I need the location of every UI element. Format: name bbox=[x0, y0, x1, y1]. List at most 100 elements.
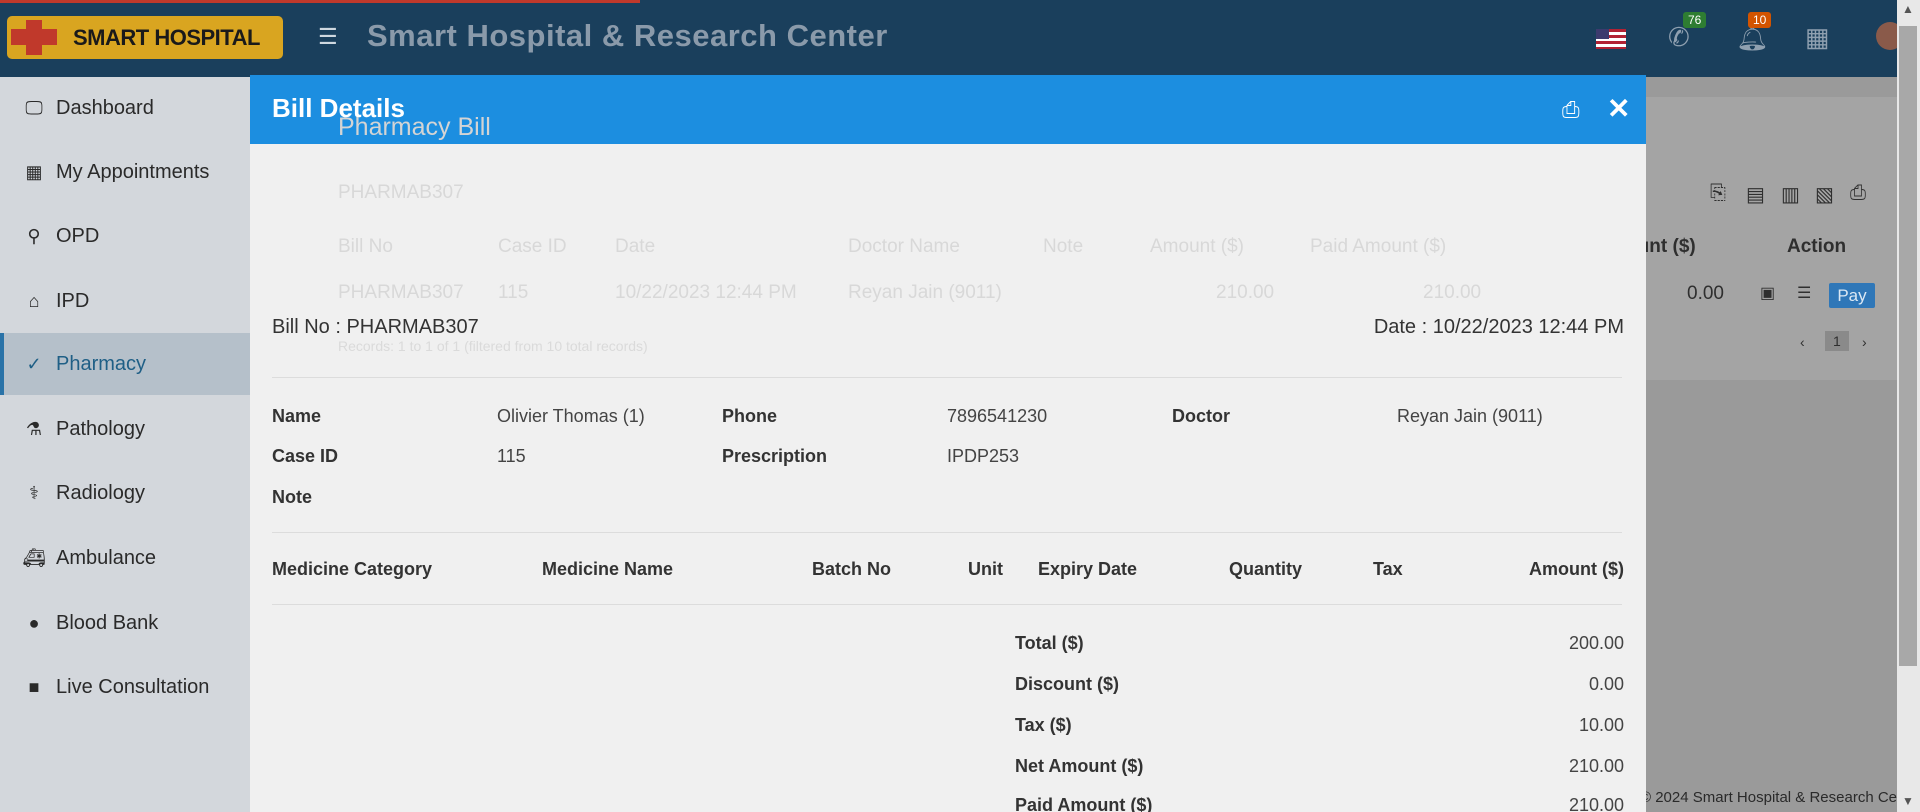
building-icon: ▦ bbox=[25, 161, 43, 182]
prescription-label: Prescription bbox=[722, 446, 828, 466]
scrollbar-thumb[interactable] bbox=[1899, 26, 1917, 666]
column-header-medicine-category: Medicine Category bbox=[272, 559, 433, 579]
net-amount-value: 210.00 bbox=[1568, 756, 1624, 776]
scroll-up-icon[interactable]: ▲ bbox=[1898, 2, 1918, 16]
name-value: Olivier Thomas (1) bbox=[497, 406, 645, 426]
case-id-value: 115 bbox=[497, 446, 526, 466]
sidebar-item-my-appointments[interactable]: ▦ My Appointments bbox=[0, 141, 250, 203]
divider bbox=[272, 377, 1622, 378]
ghost-row-doctor: Reyan Jain (9011) bbox=[848, 282, 1002, 303]
sidebar-item-label: OPD bbox=[56, 224, 100, 247]
medical-cross-icon bbox=[7, 16, 61, 59]
column-header-medicine-name: Medicine Name bbox=[542, 559, 674, 579]
divider bbox=[272, 532, 1622, 533]
column-header-expiry-date: Expiry Date bbox=[1038, 559, 1138, 579]
sidebar-item-ambulance[interactable]: 🚑︎ Ambulance bbox=[0, 527, 250, 589]
ambulance-icon: 🚑︎ bbox=[22, 547, 46, 568]
sidebar-item-blood-bank[interactable]: ● Blood Bank bbox=[0, 592, 250, 654]
microscope-icon: ⚕ bbox=[29, 482, 39, 503]
note-label: Note bbox=[272, 487, 312, 507]
sidebar-item-ipd[interactable]: ⌂ IPD bbox=[0, 270, 250, 332]
sidebar-item-label: Blood Bank bbox=[56, 611, 159, 634]
footer-copyright: © 2024 Smart Hospital & Research Center bbox=[1640, 789, 1920, 806]
scroll-down-icon[interactable]: ▼ bbox=[1898, 794, 1918, 808]
column-header-tax: Tax bbox=[1373, 559, 1403, 579]
logo[interactable]: SMART HOSPITAL bbox=[7, 16, 283, 59]
sidebar-item-live-consultation[interactable]: ■ Live Consultation bbox=[0, 656, 250, 718]
sidebar-item-dashboard[interactable]: 🖵 Dashboard bbox=[0, 77, 250, 139]
discount-label: Discount ($) bbox=[1015, 674, 1120, 694]
excel-icon[interactable]: ▤ bbox=[1746, 182, 1765, 207]
name-label: Name bbox=[272, 406, 322, 426]
ghost-header-doctor: Doctor Name bbox=[848, 236, 960, 257]
column-header-action: Action bbox=[1787, 236, 1847, 257]
ghost-row-case-id: 115 bbox=[498, 282, 529, 303]
ghost-bill-ref: PHARMAB307 bbox=[338, 182, 464, 203]
ghost-records-text: Records: 1 to 1 of 1 (filtered from 10 t… bbox=[338, 338, 648, 354]
ghost-header-amount: Amount ($) bbox=[1150, 236, 1244, 257]
app-title: Smart Hospital & Research Center bbox=[367, 18, 888, 53]
total-label: Total ($) bbox=[1015, 633, 1084, 653]
list-icon[interactable]: ☰ bbox=[1797, 283, 1811, 303]
ghost-header-paid: Paid Amount ($) bbox=[1310, 236, 1447, 257]
tint-icon: ● bbox=[28, 612, 40, 633]
column-header-unit: Unit bbox=[968, 559, 1003, 579]
phone-label: Phone bbox=[722, 406, 778, 426]
print-icon[interactable]: ⎙ bbox=[1850, 182, 1866, 205]
sidebar: 🖵 Dashboard ▦ My Appointments ⚲ OPD ⌂ IP… bbox=[0, 77, 250, 812]
sidebar-item-label: Radiology bbox=[56, 481, 145, 504]
ghost-panel-title: Pharmacy Bill bbox=[338, 113, 491, 141]
balance-cell: 0.00 bbox=[1687, 283, 1724, 304]
ghost-row-amount: 210.00 bbox=[1216, 282, 1275, 303]
calendar-icon[interactable]: ▦ bbox=[1805, 22, 1830, 53]
video-icon: ■ bbox=[28, 676, 40, 697]
sidebar-item-radiology[interactable]: ⚕ Radiology bbox=[0, 462, 250, 524]
copy-icon[interactable]: ⎘ bbox=[1710, 182, 1726, 205]
sidebar-item-opd[interactable]: ⚲ OPD bbox=[0, 205, 250, 267]
pdf-icon[interactable]: ▧ bbox=[1815, 182, 1834, 207]
sidebar-item-label: Dashboard bbox=[56, 96, 154, 119]
sidebar-item-label: Pharmacy bbox=[56, 352, 147, 375]
stethoscope-icon: ⚲ bbox=[27, 225, 41, 246]
pay-button[interactable]: Pay bbox=[1829, 283, 1875, 308]
ghost-header-case-id: Case ID bbox=[498, 236, 567, 257]
sidebar-item-pathology[interactable]: ⚗ Pathology bbox=[0, 398, 250, 460]
sidebar-item-label: Ambulance bbox=[56, 546, 157, 569]
ghost-header-bill-no: Bill No bbox=[338, 236, 393, 257]
notification-badge: 10 bbox=[1748, 12, 1772, 28]
ghost-header-date: Date bbox=[615, 236, 656, 257]
menu-toggle-icon[interactable]: ☰ bbox=[318, 26, 340, 48]
doctor-value: Reyan Jain (9011) bbox=[1397, 406, 1543, 426]
page-number[interactable]: 1 bbox=[1825, 331, 1849, 351]
paid-amount-label: Paid Amount ($) bbox=[1015, 795, 1153, 812]
case-id-label: Case ID bbox=[272, 446, 339, 466]
prescription-value: IPDP253 bbox=[947, 446, 1020, 466]
print-icon[interactable]: ⎙ bbox=[1562, 97, 1580, 123]
ghost-row-paid: 210.00 bbox=[1423, 282, 1482, 303]
discount-value: 0.00 bbox=[1588, 674, 1624, 694]
bill-number: Bill No : PHARMAB307 bbox=[272, 316, 479, 338]
close-icon[interactable]: ✕ bbox=[1607, 92, 1630, 125]
sidebar-item-label: IPD bbox=[56, 289, 90, 312]
money-icon[interactable]: ▣ bbox=[1760, 283, 1775, 303]
next-page-icon[interactable]: › bbox=[1862, 334, 1867, 350]
total-value: 200.00 bbox=[1568, 633, 1624, 653]
tax-value: 10.00 bbox=[1578, 715, 1624, 735]
sidebar-item-pharmacy[interactable]: ✓ Pharmacy bbox=[0, 333, 250, 395]
bed-icon: ⌂ bbox=[28, 290, 40, 311]
ghost-row-bill-no: PHARMAB307 bbox=[338, 282, 464, 303]
paid-amount-value: 210.00 bbox=[1568, 795, 1624, 812]
csv-icon[interactable]: ▥ bbox=[1781, 182, 1800, 207]
prev-page-icon[interactable]: ‹ bbox=[1800, 334, 1805, 350]
doctor-label: Doctor bbox=[1172, 406, 1230, 426]
column-header-batch-no: Batch No bbox=[812, 559, 892, 579]
column-header-quantity: Quantity bbox=[1229, 559, 1303, 579]
sidebar-item-label: My Appointments bbox=[56, 160, 210, 183]
loading-bar bbox=[0, 0, 640, 3]
ghost-header-note: Note bbox=[1043, 236, 1084, 257]
sidebar-item-label: Pathology bbox=[56, 417, 145, 440]
ghost-row-date: 10/22/2023 12:44 PM bbox=[615, 282, 797, 303]
us-flag-icon[interactable] bbox=[1596, 29, 1626, 49]
tax-label: Tax ($) bbox=[1015, 715, 1072, 735]
top-header: SMART HOSPITAL ☰ Smart Hospital & Resear… bbox=[0, 0, 1920, 77]
